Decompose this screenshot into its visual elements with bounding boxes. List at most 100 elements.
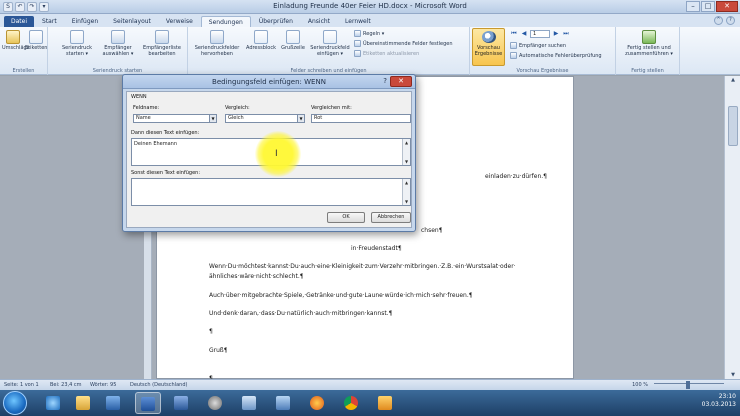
umschlaege-button[interactable]: Umschläge [2, 30, 30, 51]
scroll-up-icon[interactable]: ▲ [403, 139, 410, 146]
zoom-slider-thumb[interactable] [686, 381, 690, 389]
scroll-thumb[interactable] [728, 106, 738, 146]
sonst-textarea[interactable]: ▲ ▼ [131, 178, 411, 206]
ribbon-help-controls: ^ ? [714, 16, 735, 25]
status-bar: Seite: 1 von 1 Bei: 23,4 cm Wörter: 95 D… [0, 379, 740, 390]
tab-ueberpruefen[interactable]: Überprüfen [252, 16, 300, 27]
media-icon[interactable] [270, 392, 296, 414]
taskbar: 23:10 03.03.2013 [0, 390, 740, 416]
cancel-button[interactable]: Abbrechen [371, 212, 411, 223]
vergleich-select[interactable]: Gleich ▼ [225, 114, 305, 123]
preview-icon [481, 31, 496, 43]
tab-verweise[interactable]: Verweise [159, 16, 200, 27]
ok-button[interactable]: OK [327, 212, 365, 223]
status-words[interactable]: Wörter: 95 [90, 382, 116, 388]
doc-line: einladen·zu·dürfen.¶ [485, 173, 547, 180]
next-record-icon[interactable]: ▶ [552, 30, 560, 38]
seriendruckfeld-einfuegen-button[interactable]: Seriendruckfeld einfügen ▾ [308, 30, 352, 57]
firefox-icon[interactable] [304, 392, 330, 414]
scroll-up-icon[interactable]: ▲ [728, 76, 738, 84]
group-felder-schreiben: Seriendruckfelder hervorheben Adressbloc… [188, 27, 470, 75]
last-record-icon[interactable]: ⏭ [562, 30, 570, 38]
scroll-up-icon[interactable]: ▲ [403, 179, 410, 186]
tab-start[interactable]: Start [35, 16, 64, 27]
tab-lernwelt[interactable]: Lernwelt [338, 16, 378, 27]
seriendruck-starten-button[interactable]: Seriendruck starten ▾ [58, 30, 96, 57]
first-record-icon[interactable]: ⏮ [510, 30, 518, 38]
group-label: Fertig stellen [631, 68, 664, 74]
scroll-down-icon[interactable]: ▼ [403, 198, 410, 205]
chevron-down-icon[interactable]: ▼ [209, 115, 216, 122]
scroll-down-icon[interactable]: ▼ [728, 371, 738, 379]
vorschau-ergebnisse-button[interactable]: Vorschau Ergebnisse [472, 28, 505, 66]
player-icon[interactable] [372, 392, 398, 414]
word-doc-icon[interactable] [168, 392, 194, 414]
etiketten-button[interactable]: Etiketten [25, 30, 47, 51]
uebereinstimmende-felder-button[interactable]: Übereinstimmende Felder festlegen [354, 40, 453, 47]
network-icon[interactable] [236, 392, 262, 414]
doc-line: ähnliches·wäre·nicht·schlecht.¶ [209, 273, 304, 280]
status-language[interactable]: Deutsch (Deutschland) [130, 382, 187, 388]
tab-ansicht[interactable]: Ansicht [301, 16, 337, 27]
dialog-title-bar[interactable]: Bedingungsfeld einfügen: WENN ? ✕ [123, 75, 415, 89]
vergleichen-mit-label: Vergleichen mit: [311, 105, 352, 111]
etiketten-aktualisieren-button[interactable]: Etiketten aktualisieren [354, 50, 419, 57]
empfaengerliste-bearbeiten-button[interactable]: Empfängerliste bearbeiten [140, 30, 184, 57]
zoom-level[interactable]: 100 % [632, 382, 648, 388]
folder-icon[interactable] [70, 392, 96, 414]
feldname-select[interactable]: Name ▼ [133, 114, 217, 123]
maximize-button[interactable]: □ [701, 1, 715, 12]
system-tray[interactable]: 23:10 03.03.2013 [702, 393, 736, 409]
group-vorschau-ergebnisse: Vorschau Ergebnisse ⏮ ◀ 1 ▶ ⏭ Empfänger … [470, 27, 616, 75]
scroll-down-icon[interactable]: ▼ [403, 158, 410, 165]
tab-seitenlayout[interactable]: Seitenlayout [106, 16, 158, 27]
settings-icon[interactable] [202, 392, 228, 414]
start-button[interactable] [3, 391, 27, 415]
rules-icon [354, 30, 361, 37]
previous-record-icon[interactable]: ◀ [520, 30, 528, 38]
close-button[interactable]: ✕ [716, 1, 738, 12]
sonst-scrollbar[interactable]: ▲ ▼ [402, 179, 410, 205]
minimize-button[interactable]: – [686, 1, 700, 12]
vergleichen-mit-input[interactable]: Rot [311, 114, 411, 123]
address-block-icon [254, 30, 268, 44]
grusszeile-button[interactable]: Grußzeile [278, 30, 308, 51]
seriendruckfelder-hervorheben-button[interactable]: Seriendruckfelder hervorheben [192, 30, 242, 57]
vertical-scrollbar[interactable]: ▲ ▼ [724, 76, 740, 379]
empfaenger-suchen-button[interactable]: Empfänger suchen [510, 42, 566, 49]
tab-einfuegen[interactable]: Einfügen [65, 16, 105, 27]
dann-scrollbar[interactable]: ▲ ▼ [402, 139, 410, 165]
status-page[interactable]: Seite: 1 von 1 [4, 382, 39, 388]
vergleich-label: Vergleich: [225, 105, 250, 111]
tab-sendungen[interactable]: Sendungen [200, 16, 251, 27]
adressblock-button[interactable]: Adressblock [244, 30, 278, 51]
outlook-icon[interactable] [100, 392, 126, 414]
find-recipient-icon [510, 42, 517, 49]
doc-line: Wenn·Du·möchtest·kannst·Du·auch·eine·Kle… [209, 263, 516, 270]
chrome-icon[interactable] [338, 392, 364, 414]
group-label: Erstellen [12, 68, 35, 74]
ie-icon[interactable] [40, 392, 66, 414]
regeln-button[interactable]: Regeln ▾ [354, 30, 384, 37]
dialog-title: Bedingungsfeld einfügen: WENN [212, 78, 326, 86]
word-icon[interactable] [135, 392, 161, 414]
help-icon[interactable]: ? [726, 16, 735, 25]
tab-datei[interactable]: Datei [4, 16, 35, 27]
dialog-help-icon[interactable]: ? [383, 77, 387, 85]
fehlerueberpruefung-button[interactable]: Automatische Fehlerüberprüfung [510, 52, 602, 59]
clock-time: 23:10 [718, 393, 736, 400]
bedingungsfeld-dialog: Bedingungsfeld einfügen: WENN ? ✕ WENN F… [122, 74, 416, 232]
empfaenger-auswaehlen-button[interactable]: Empfänger auswählen ▾ [98, 30, 138, 57]
chevron-down-icon[interactable]: ▼ [297, 115, 304, 122]
greeting-line-icon [286, 30, 300, 44]
record-navigation: ⏮ ◀ 1 ▶ ⏭ [510, 30, 570, 38]
status-position[interactable]: Bei: 23,4 cm [50, 382, 82, 388]
recipients-icon [111, 30, 125, 44]
dann-textarea[interactable]: Deinen Ehemann ▲ ▼ [131, 138, 411, 166]
record-number-field[interactable]: 1 [530, 30, 550, 38]
section-label: WENN [131, 94, 147, 100]
minimize-ribbon-icon[interactable]: ^ [714, 16, 723, 25]
fertig-stellen-button[interactable]: Fertig stellen und zusammenführen ▾ [620, 30, 678, 57]
dialog-body: WENN Feldname: Name ▼ Vergleich: Gleich … [126, 91, 412, 228]
dialog-close-button[interactable]: ✕ [390, 76, 412, 87]
